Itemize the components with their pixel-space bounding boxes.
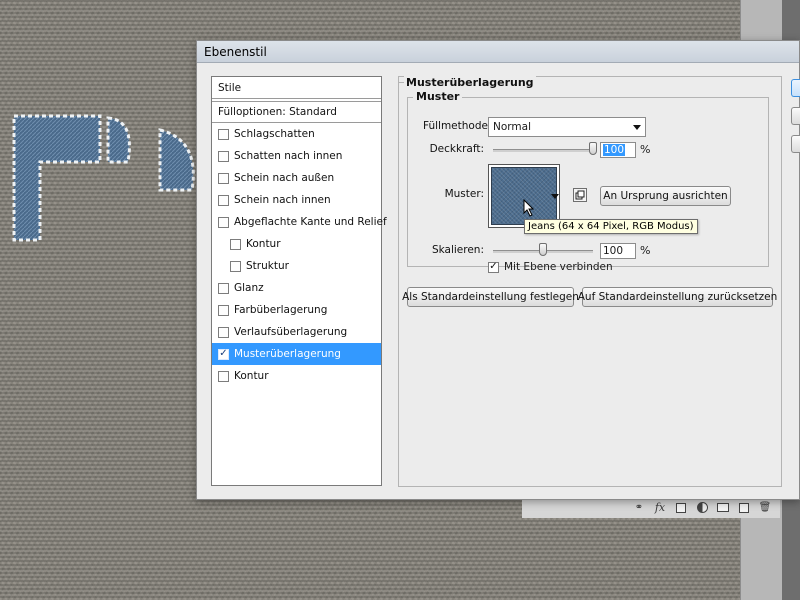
pattern-label: Muster: — [444, 188, 484, 200]
link-icon[interactable]: ⚭ — [632, 501, 646, 514]
style-item[interactable]: Kontur — [212, 233, 381, 255]
ok-button[interactable] — [791, 79, 800, 97]
style-item[interactable]: Kontur — [212, 365, 381, 387]
checkbox-icon[interactable] — [218, 370, 229, 382]
styles-header[interactable]: Stile — [212, 77, 381, 99]
opacity-input[interactable]: 100 — [600, 142, 636, 158]
style-item-label: Schein nach außen — [234, 172, 335, 184]
make-default-button[interactable]: Als Standardeinstellung festlegen — [402, 287, 579, 307]
checkbox-icon[interactable] — [218, 194, 229, 206]
style-item[interactable]: Schlagschatten — [212, 123, 381, 145]
style-item-label: Schein nach innen — [234, 194, 331, 206]
style-item-label: Kontur — [246, 238, 281, 250]
checkbox-icon[interactable]: ✓ — [488, 261, 499, 273]
mask-icon[interactable] — [674, 501, 688, 514]
style-item[interactable]: Glanz — [212, 277, 381, 299]
pattern-tooltip: Jeans (64 x 64 Pixel, RGB Modus) — [524, 219, 698, 234]
trash-icon[interactable]: 🗑 — [758, 501, 772, 514]
checkbox-icon[interactable] — [218, 128, 229, 140]
blend-mode-label: Füllmethode: — [423, 120, 492, 132]
new-style-button[interactable] — [791, 135, 800, 153]
dialog-titlebar[interactable]: Ebenenstil — [197, 41, 799, 63]
link-with-layer-checkbox[interactable]: ✓ Mit Ebene verbinden — [488, 261, 613, 273]
stitched-letter-p — [12, 114, 195, 242]
opacity-percent: % — [640, 143, 651, 156]
opacity-slider-thumb[interactable] — [589, 142, 597, 155]
checkbox-icon[interactable] — [218, 172, 229, 184]
style-item-label: Glanz — [234, 282, 264, 294]
style-items: Schlagschatten Schatten nach innen Schein … — [212, 123, 387, 387]
style-item-label: Schatten nach innen — [234, 150, 343, 162]
opacity-label: Deckkraft: — [429, 143, 484, 155]
checkbox-icon[interactable] — [218, 216, 229, 228]
scale-label: Skalieren: — [431, 244, 484, 256]
style-item-label: Verlaufsüberlagerung — [234, 326, 348, 338]
style-item[interactable]: Schein nach außen — [212, 167, 381, 189]
fx-icon[interactable]: fx — [653, 501, 667, 514]
dialog-title: Ebenenstil — [204, 44, 267, 59]
new-preset-icon — [575, 190, 585, 200]
checkbox-icon[interactable]: ✓ — [218, 348, 229, 360]
checkbox-icon[interactable] — [218, 304, 229, 316]
scale-input[interactable]: 100 — [600, 243, 636, 259]
style-item-label: Struktur — [246, 260, 289, 272]
styles-list: Stile Fülloptionen: Standard Schlagschat… — [211, 76, 387, 486]
layer-style-dialog: Ebenenstil Stile Fülloptionen: Standard … — [196, 40, 800, 500]
style-item[interactable]: ✓ Musterüberlagerung — [212, 343, 381, 365]
reset-default-button[interactable]: Auf Standardeinstellung zurücksetzen — [578, 287, 777, 307]
pattern-dropdown-icon[interactable] — [551, 194, 559, 199]
adjustment-icon[interactable] — [695, 501, 709, 514]
folder-icon[interactable] — [716, 501, 730, 514]
style-item-label: Kontur — [234, 370, 269, 382]
style-item[interactable]: Struktur — [212, 255, 381, 277]
style-item[interactable]: Verlaufsüberlagerung — [212, 321, 381, 343]
checkbox-icon[interactable] — [230, 260, 241, 272]
style-item-label: Farbüberlagerung — [234, 304, 328, 316]
style-item[interactable]: Schein nach innen — [212, 189, 381, 211]
style-item[interactable]: Schatten nach innen — [212, 145, 381, 167]
new-layer-icon[interactable] — [737, 501, 751, 514]
checkbox-icon[interactable] — [218, 282, 229, 294]
style-item-label: Schlagschatten — [234, 128, 315, 140]
group-title: Musterüberlagerung — [404, 76, 536, 89]
opacity-slider[interactable] — [493, 149, 593, 152]
checkbox-icon[interactable] — [218, 326, 229, 338]
checkbox-icon[interactable] — [218, 150, 229, 162]
snap-to-origin-button[interactable]: An Ursprung ausrichten — [600, 186, 731, 206]
checkbox-icon[interactable] — [230, 238, 241, 250]
style-item-label: Musterüberlagerung — [234, 348, 341, 360]
subgroup-title: Muster — [413, 90, 463, 103]
mouse-cursor-icon — [523, 199, 535, 217]
blend-options-item[interactable]: Fülloptionen: Standard — [212, 101, 381, 123]
chevron-down-icon — [633, 125, 641, 130]
scale-slider-thumb[interactable] — [539, 243, 547, 256]
new-preset-button[interactable] — [573, 188, 587, 202]
style-item[interactable]: Abgeflachte Kante und Relief — [212, 211, 387, 233]
pattern-overlay-panel: Musterüberlagerung Muster Füllmethode: N… — [398, 76, 782, 487]
cancel-button[interactable] — [791, 107, 800, 125]
blend-mode-select[interactable]: Normal — [488, 117, 646, 137]
style-item[interactable]: Farbüberlagerung — [212, 299, 381, 321]
style-item-label: Abgeflachte Kante und Relief — [234, 216, 387, 228]
scale-percent: % — [640, 244, 651, 257]
